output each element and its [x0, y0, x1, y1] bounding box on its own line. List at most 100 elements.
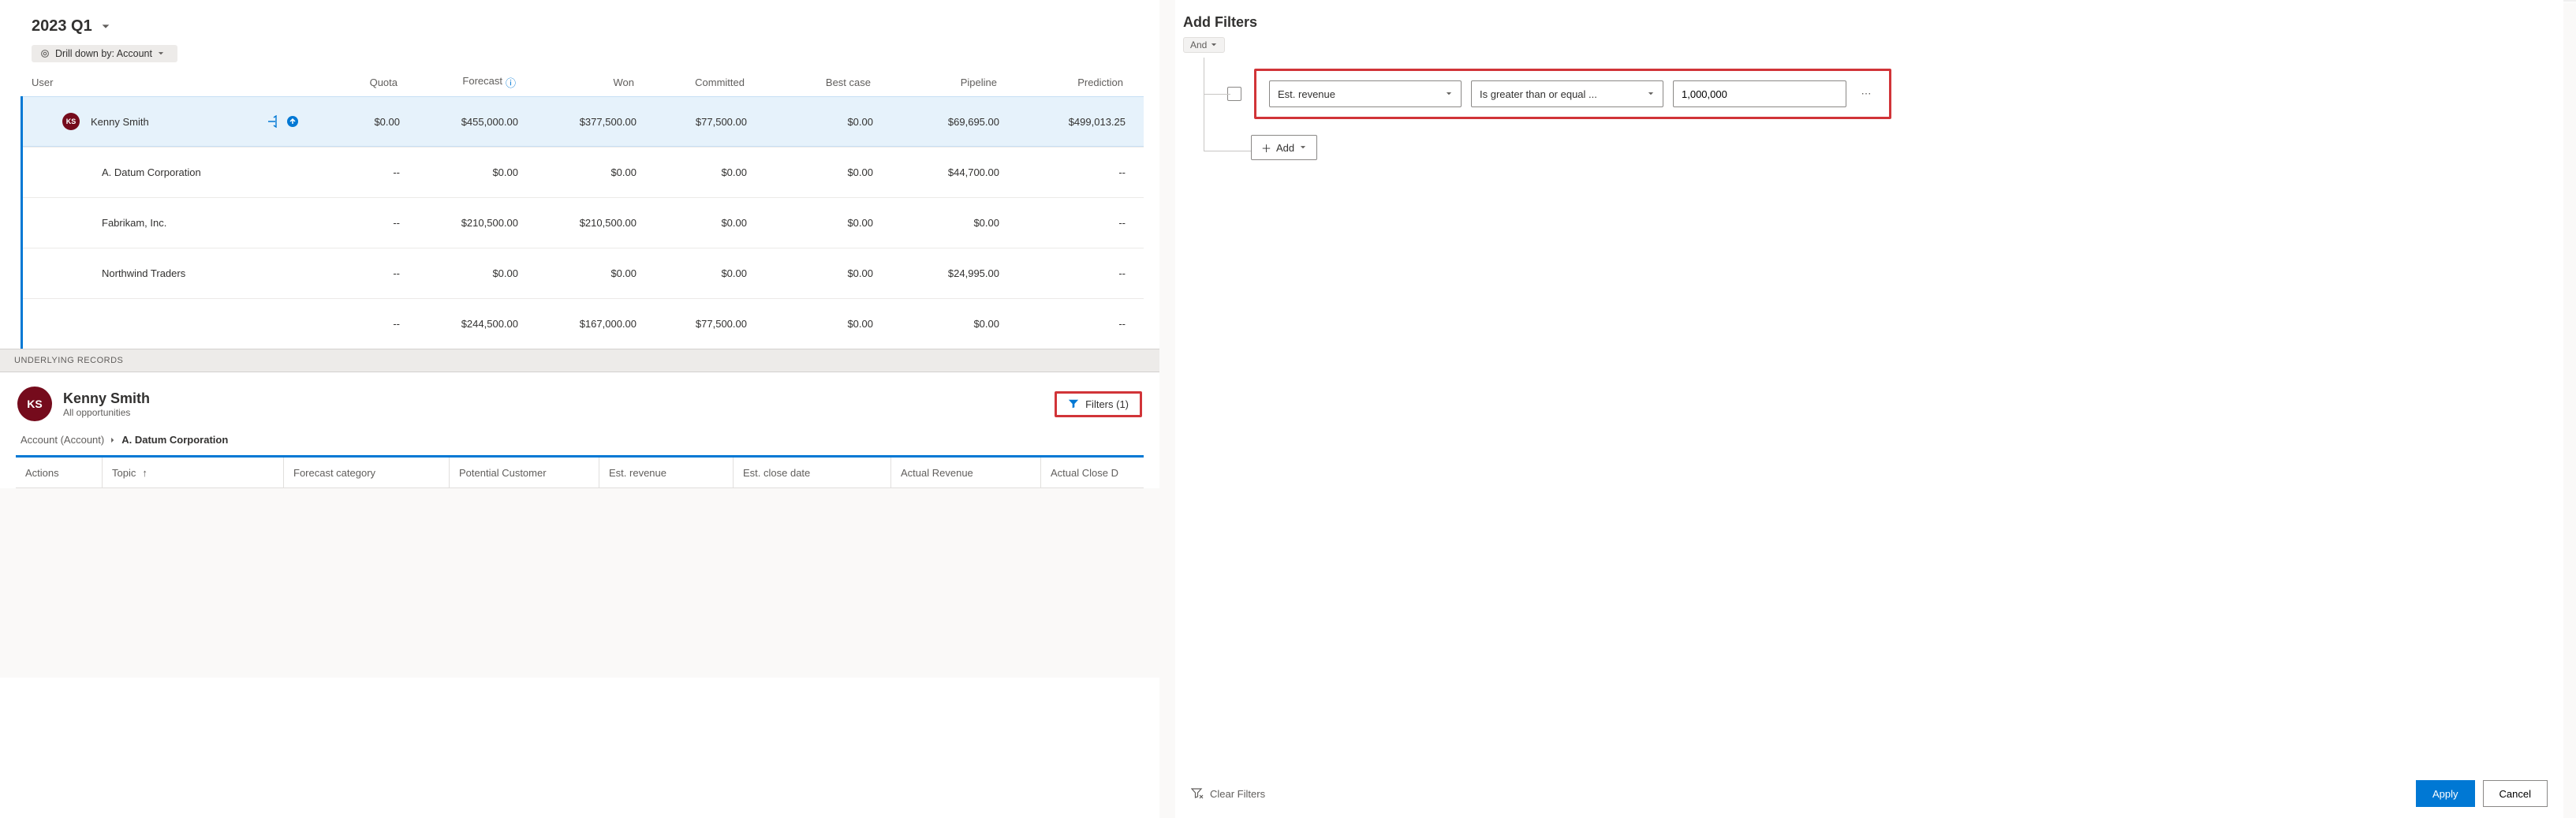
cell-won: $377,500.00: [536, 116, 654, 128]
info-icon[interactable]: ⓘ: [506, 75, 516, 90]
col-best-case[interactable]: Best case: [762, 77, 888, 88]
clear-filters-button[interactable]: Clear Filters: [1191, 787, 1265, 800]
table-row[interactable]: A. Datum Corporation--$0.00$0.00$0.00$0.…: [23, 147, 1144, 197]
drill-down-chip[interactable]: Drill down by: Account: [32, 45, 177, 62]
cell-forecast: $0.00: [417, 267, 536, 279]
cell-pipeline: $0.00: [890, 318, 1017, 330]
col-user[interactable]: User: [21, 77, 320, 88]
table-row[interactable]: --$244,500.00$167,000.00$77,500.00$0.00$…: [23, 298, 1144, 349]
share-icon[interactable]: [266, 115, 278, 128]
filter-value-input[interactable]: [1673, 80, 1846, 107]
filter-field-dropdown[interactable]: Est. revenue: [1269, 80, 1462, 107]
target-icon: [39, 48, 50, 59]
col-committed[interactable]: Committed: [651, 77, 762, 88]
table-row[interactable]: Northwind Traders--$0.00$0.00$0.00$0.00$…: [23, 248, 1144, 298]
add-filter-button[interactable]: ＋ Add: [1251, 135, 1317, 160]
row-name: Fabrikam, Inc.: [102, 217, 166, 229]
col-prediction[interactable]: Prediction: [1014, 77, 1141, 88]
filter-operator-dropdown[interactable]: Is greater than or equal ...: [1471, 80, 1663, 107]
rec-col-est-close-date[interactable]: Est. close date: [734, 458, 891, 487]
row-name: A. Datum Corporation: [102, 166, 201, 178]
rec-col-actual-revenue[interactable]: Actual Revenue: [891, 458, 1041, 487]
cell-best: $0.00: [764, 116, 890, 128]
cell-pipeline: $44,700.00: [890, 166, 1017, 178]
cell-best: $0.00: [764, 267, 890, 279]
filters-button[interactable]: Filters (1): [1055, 391, 1142, 417]
filter-row-highlight: Est. revenue Is greater than or equal ..…: [1254, 69, 1891, 119]
apply-button[interactable]: Apply: [2416, 780, 2475, 807]
cell-quota: --: [323, 267, 417, 279]
cell-quota: --: [323, 217, 417, 229]
rec-col-potential-customer[interactable]: Potential Customer: [450, 458, 599, 487]
cell-committed: $0.00: [654, 267, 764, 279]
forecast-table-header: User Quota Forecastⓘ Won Committed Best …: [21, 69, 1144, 96]
cell-pipeline: $69,695.00: [890, 116, 1017, 128]
sort-asc-icon: ↑: [142, 467, 147, 479]
cell-committed: $0.00: [654, 166, 764, 178]
cell-pipeline: $0.00: [890, 217, 1017, 229]
records-header: Actions Topic↑ Forecast category Potenti…: [16, 458, 1144, 487]
user-heading: Kenny Smith: [63, 390, 150, 407]
chevron-down-icon: [1210, 41, 1218, 49]
cell-committed: $77,500.00: [654, 116, 764, 128]
cell-best: $0.00: [764, 166, 890, 178]
cell-pred: --: [1017, 318, 1143, 330]
cell-pipeline: $24,995.00: [890, 267, 1017, 279]
rec-col-forecast-category[interactable]: Forecast category: [284, 458, 450, 487]
cell-quota: $0.00: [323, 116, 417, 128]
cell-best: $0.00: [764, 318, 890, 330]
chevron-right-icon: [109, 436, 117, 444]
breadcrumb-root[interactable]: Account (Account): [21, 434, 104, 446]
user-subheading: All opportunities: [63, 407, 150, 418]
col-pipeline[interactable]: Pipeline: [888, 77, 1014, 88]
cell-pred: --: [1017, 267, 1143, 279]
cell-committed: $77,500.00: [654, 318, 764, 330]
chevron-down-icon: [1299, 144, 1307, 151]
drill-label: Drill down by: Account: [55, 48, 152, 59]
panel-title: Add Filters: [1175, 0, 2563, 35]
cell-pred: $499,013.25: [1017, 116, 1143, 128]
table-row[interactable]: KSKenny Smith$0.00$455,000.00$377,500.00…: [23, 96, 1144, 147]
add-filters-panel: Add Filters And Est. revenue Is greater …: [1175, 0, 2563, 818]
period-title[interactable]: 2023 Q1: [32, 17, 92, 35]
cell-forecast: $244,500.00: [417, 318, 536, 330]
rec-col-actions[interactable]: Actions: [16, 458, 103, 487]
logical-operator-chip[interactable]: And: [1183, 37, 1225, 53]
cell-forecast: $210,500.00: [417, 217, 536, 229]
col-won[interactable]: Won: [533, 77, 651, 88]
chevron-down-icon: [1647, 90, 1655, 98]
chevron-down-icon: [157, 50, 165, 58]
chevron-down-icon: [1445, 90, 1453, 98]
rec-col-est-revenue[interactable]: Est. revenue: [599, 458, 734, 487]
cell-won: $0.00: [536, 267, 654, 279]
table-row[interactable]: Fabrikam, Inc.--$210,500.00$210,500.00$0…: [23, 197, 1144, 248]
rec-col-topic[interactable]: Topic↑: [103, 458, 284, 487]
up-arrow-icon[interactable]: [286, 115, 299, 128]
row-name: Kenny Smith: [91, 116, 149, 128]
cell-forecast: $0.00: [417, 166, 536, 178]
rec-col-actual-close-date[interactable]: Actual Close D: [1041, 458, 1159, 487]
cell-won: $167,000.00: [536, 318, 654, 330]
cell-pred: --: [1017, 166, 1143, 178]
filter-row-checkbox[interactable]: [1227, 87, 1241, 101]
col-quota[interactable]: Quota: [320, 77, 415, 88]
cell-quota: --: [323, 166, 417, 178]
breadcrumb-current: A. Datum Corporation: [121, 434, 228, 446]
plus-icon: ＋: [1261, 140, 1271, 155]
filter-icon: [1068, 398, 1079, 409]
col-forecast[interactable]: Forecastⓘ: [415, 75, 533, 90]
avatar: KS: [17, 387, 52, 421]
cell-pred: --: [1017, 217, 1143, 229]
row-more-button[interactable]: ⋯: [1856, 84, 1876, 104]
cell-forecast: $455,000.00: [417, 116, 536, 128]
clear-filter-icon: [1191, 787, 1204, 800]
underlying-records-bar: UNDERLYING RECORDS: [0, 349, 1159, 372]
cancel-button[interactable]: Cancel: [2483, 780, 2548, 807]
cell-committed: $0.00: [654, 217, 764, 229]
cell-won: $210,500.00: [536, 217, 654, 229]
chevron-down-icon: [100, 21, 111, 32]
breadcrumb: Account (Account) A. Datum Corporation: [0, 431, 1159, 455]
cell-quota: --: [323, 318, 417, 330]
cell-won: $0.00: [536, 166, 654, 178]
filters-label: Filters (1): [1085, 398, 1129, 410]
